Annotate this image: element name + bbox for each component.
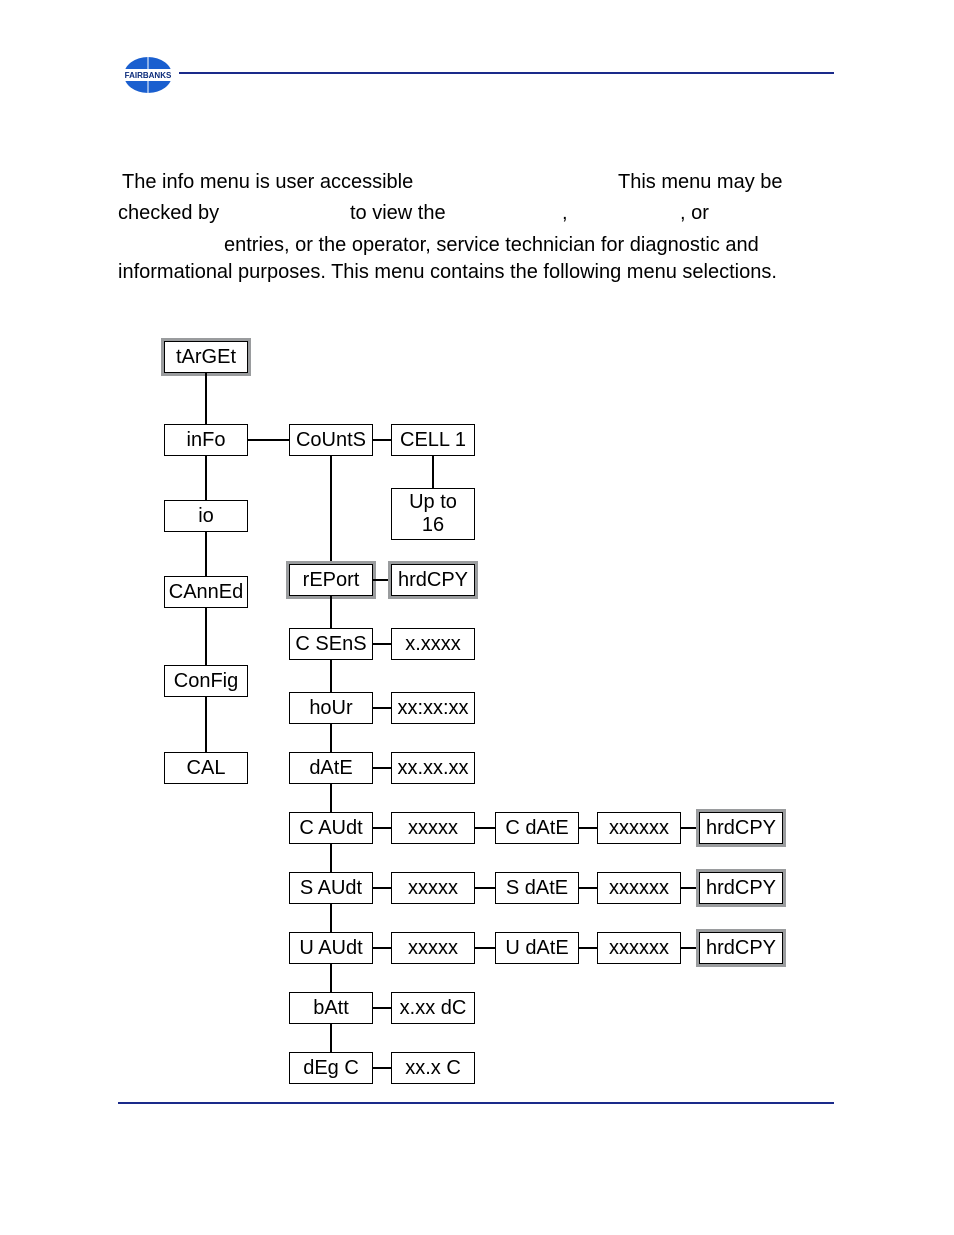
connector	[330, 904, 332, 932]
node-hrdcpy: hrdCPY	[699, 812, 783, 844]
node-caudt: C AUdt	[289, 812, 373, 844]
connector	[373, 767, 391, 769]
page: FAIRBANKS The info menu is user accessib…	[0, 0, 954, 1235]
node-sdate: S dAtE	[495, 872, 579, 904]
connector	[373, 643, 391, 645]
connector	[373, 887, 391, 889]
menu-diagram: tArGEt inFo io CAnnEd ConFig CAL CoUntS …	[0, 0, 954, 1100]
connector	[205, 456, 207, 500]
connector	[579, 947, 597, 949]
node-batt: bAtt	[289, 992, 373, 1024]
node-hour: hoUr	[289, 692, 373, 724]
node-date-value: xx.xx.xx	[391, 752, 475, 784]
connector	[330, 596, 332, 628]
connector	[475, 887, 495, 889]
connector	[432, 456, 434, 488]
connector	[579, 827, 597, 829]
node-udate-value: xxxxxx	[597, 932, 681, 964]
node-degc: dEg C	[289, 1052, 373, 1084]
connector	[248, 439, 289, 441]
node-cdate: C dAtE	[495, 812, 579, 844]
connector	[475, 827, 495, 829]
node-report: rEPort	[289, 564, 373, 596]
connector	[330, 784, 332, 812]
node-info: inFo	[164, 424, 248, 456]
node-target: tArGEt	[164, 341, 248, 373]
node-cal: CAL	[164, 752, 248, 784]
connector	[330, 660, 332, 692]
node-uaudt: U AUdt	[289, 932, 373, 964]
node-degc-value: xx.x C	[391, 1052, 475, 1084]
node-uaudt-value: xxxxx	[391, 932, 475, 964]
connector	[373, 439, 391, 441]
connector	[681, 827, 699, 829]
connector	[681, 947, 699, 949]
connector	[330, 844, 332, 872]
connector	[373, 579, 391, 581]
node-csens-value: x.xxxx	[391, 628, 475, 660]
node-hrdcpy: hrdCPY	[699, 872, 783, 904]
node-hrdcpy: hrdCPY	[391, 564, 475, 596]
connector	[205, 697, 207, 752]
node-caudt-value: xxxxx	[391, 812, 475, 844]
connector	[330, 1024, 332, 1052]
connector	[373, 1067, 391, 1069]
connector	[373, 707, 391, 709]
connector	[330, 724, 332, 752]
node-csens: C SEnS	[289, 628, 373, 660]
node-cdate-value: xxxxxx	[597, 812, 681, 844]
node-saudt-value: xxxxx	[391, 872, 475, 904]
node-config: ConFig	[164, 665, 248, 697]
footer-rule	[118, 1102, 834, 1104]
node-canned: CAnnEd	[164, 576, 248, 608]
node-sdate-value: xxxxxx	[597, 872, 681, 904]
node-saudt: S AUdt	[289, 872, 373, 904]
node-hrdcpy: hrdCPY	[699, 932, 783, 964]
connector	[373, 827, 391, 829]
connector	[475, 947, 495, 949]
connector	[373, 947, 391, 949]
node-udate: U dAtE	[495, 932, 579, 964]
connector	[330, 964, 332, 992]
node-date: dAtE	[289, 752, 373, 784]
connector	[205, 373, 207, 424]
node-batt-value: x.xx dC	[391, 992, 475, 1024]
node-cell1: CELL 1	[391, 424, 475, 456]
connector	[681, 887, 699, 889]
connector	[579, 887, 597, 889]
node-counts: CoUntS	[289, 424, 373, 456]
node-upto16: Up to 16	[391, 488, 475, 540]
node-hour-value: xx:xx:xx	[391, 692, 475, 724]
node-io: io	[164, 500, 248, 532]
connector	[373, 1007, 391, 1009]
connector	[205, 532, 207, 576]
connector	[330, 456, 332, 564]
connector	[205, 608, 207, 665]
